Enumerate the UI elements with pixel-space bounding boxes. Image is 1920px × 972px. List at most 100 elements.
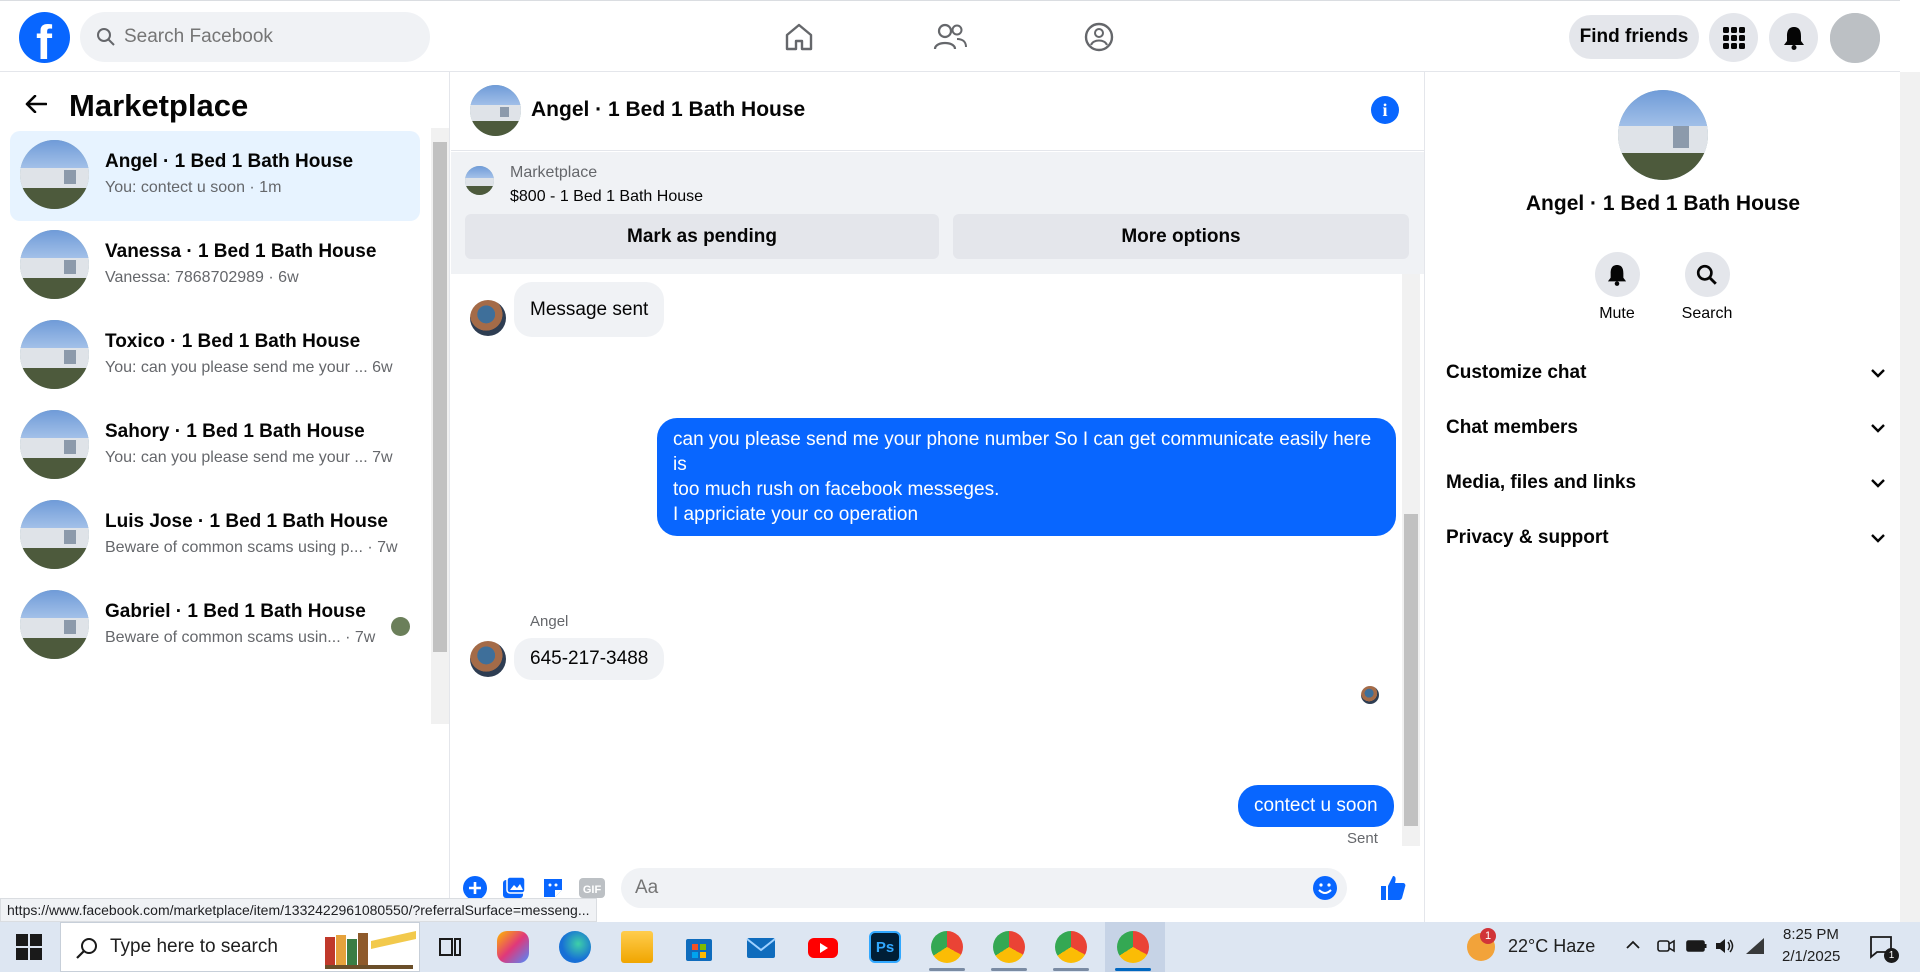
conversation-title: Sahory · 1 Bed 1 Bath House — [105, 421, 365, 442]
marketplace-listing-banner: Marketplace $800 - 1 Bed 1 Bath House Ma… — [451, 152, 1424, 274]
conversation-item-luis-jose[interactable]: Luis Jose · 1 Bed 1 Bath House Beware of… — [10, 491, 420, 581]
clock-date[interactable]: 2/1/2025 — [1782, 948, 1840, 965]
conversation-snippet: You: can you please send me your ... 7w — [105, 449, 393, 466]
conversation-item-toxico[interactable]: Toxico · 1 Bed 1 Bath House You: can you… — [10, 311, 420, 401]
sidebar-scrollbar[interactable] — [431, 128, 449, 724]
meet-now-icon[interactable] — [1656, 936, 1676, 961]
conversation-title: Luis Jose · 1 Bed 1 Bath House — [105, 511, 388, 532]
conversation-sidebar: Marketplace Angel · 1 Bed 1 Bath House Y… — [0, 72, 450, 924]
link-status-url: https://www.facebook.com/marketplace/ite… — [0, 898, 597, 922]
chat-scrollbar[interactable] — [1402, 274, 1420, 846]
conversation-title: Toxico · 1 Bed 1 Bath House — [105, 331, 361, 352]
windows-start-icon[interactable] — [16, 934, 44, 962]
conversation-list: Angel · 1 Bed 1 Bath House You: contect … — [10, 131, 420, 671]
chat-title[interactable]: Angel · 1 Bed 1 Bath House — [531, 98, 805, 122]
microsoft-store-icon[interactable] — [683, 931, 715, 963]
angel-avatar[interactable] — [470, 641, 506, 677]
menu-grid-icon[interactable] — [1709, 13, 1758, 62]
volume-icon[interactable] — [1714, 936, 1736, 961]
facebook-logo[interactable]: f — [19, 12, 70, 70]
listing-thumbnail — [20, 590, 89, 659]
conversation-item-angel[interactable]: Angel · 1 Bed 1 Bath House You: contect … — [10, 131, 420, 221]
chevron-down-icon — [1870, 527, 1886, 549]
section-label: Chat members — [1446, 417, 1578, 438]
taskbar-search-box[interactable]: Type here to search — [60, 922, 420, 972]
page-scrollbar[interactable] — [1900, 72, 1920, 924]
emoji-icon[interactable] — [1311, 874, 1339, 907]
privacy-support-section[interactable]: Privacy & support — [1446, 518, 1886, 558]
top-navigation-bar: f Find friends — [0, 0, 1900, 72]
angel-avatar[interactable] — [470, 300, 506, 336]
marketplace-label: Marketplace — [510, 164, 598, 181]
running-indicator — [929, 968, 965, 971]
chrome-profile-1-icon[interactable] — [931, 931, 963, 963]
details-listing-thumbnail[interactable] — [1618, 90, 1708, 180]
thumbs-up-icon[interactable] — [1379, 874, 1407, 902]
mute-action[interactable]: Mute — [1587, 252, 1647, 323]
weather-text[interactable]: 22°C Haze — [1508, 936, 1595, 957]
copilot-icon[interactable] — [497, 931, 529, 963]
conversation-title: Angel · 1 Bed 1 Bath House — [105, 151, 354, 172]
chat-members-section[interactable]: Chat members — [1446, 408, 1886, 448]
windows-taskbar: Type here to search Ps 1 22°C Haze 8:25 … — [0, 922, 1920, 972]
message-status: Sent — [1347, 830, 1378, 847]
mark-as-pending-button[interactable]: Mark as pending — [465, 214, 939, 259]
incoming-message: 645-217-3488 — [514, 638, 665, 680]
banner-listing-thumbnail[interactable] — [465, 166, 494, 195]
listing-thumbnail — [20, 140, 89, 209]
outgoing-message: contect u soon — [1238, 785, 1394, 827]
notifications-bell-icon[interactable] — [1769, 13, 1818, 62]
search-icon — [96, 27, 116, 52]
search-box[interactable] — [80, 12, 430, 62]
file-explorer-icon[interactable] — [621, 931, 653, 963]
chat-listing-thumbnail[interactable] — [470, 85, 521, 136]
youtube-icon[interactable] — [807, 931, 839, 963]
search-icon[interactable] — [1684, 252, 1730, 297]
find-friends-button[interactable]: Find friends — [1569, 15, 1699, 59]
friends-icon[interactable] — [928, 15, 972, 59]
media-files-links-section[interactable]: Media, files and links — [1446, 463, 1886, 503]
chevron-down-icon — [1870, 472, 1886, 494]
chrome-active-icon[interactable] — [1117, 931, 1149, 963]
conversation-item-vanessa[interactable]: Vanessa · 1 Bed 1 Bath House Vanessa: 78… — [10, 221, 420, 311]
message-line: I appriciate your co operation — [673, 504, 919, 525]
wifi-icon[interactable] — [1744, 936, 1766, 961]
listing-price-title[interactable]: $800 - 1 Bed 1 Bath House — [510, 188, 703, 206]
message-input[interactable] — [635, 868, 1275, 908]
battery-icon[interactable] — [1686, 936, 1708, 961]
clock-time[interactable]: 8:25 PM — [1783, 926, 1839, 943]
groups-icon[interactable] — [1077, 15, 1121, 59]
task-view-icon[interactable] — [434, 931, 466, 963]
mail-icon[interactable] — [745, 931, 777, 963]
search-input[interactable] — [124, 12, 414, 62]
search-action[interactable]: Search — [1677, 252, 1737, 323]
listing-thumbnail — [20, 410, 89, 479]
edge-browser-icon[interactable] — [559, 931, 591, 963]
outgoing-message: can you please send me your phone number… — [657, 418, 1396, 536]
back-arrow-icon[interactable] — [25, 94, 55, 118]
more-options-button[interactable]: More options — [953, 214, 1409, 259]
info-icon[interactable]: i — [1371, 96, 1399, 124]
conversation-snippet: You: contect u soon · 1m — [105, 179, 282, 196]
account-chevron-icon[interactable] — [1830, 13, 1880, 63]
message-composer: GIF — [451, 852, 1424, 924]
message-input-box[interactable] — [621, 868, 1347, 908]
conversation-item-gabriel[interactable]: Gabriel · 1 Bed 1 Bath House Beware of c… — [10, 581, 420, 671]
listing-thumbnail — [20, 230, 89, 299]
section-label: Customize chat — [1446, 362, 1587, 383]
chevron-up-icon[interactable] — [1624, 936, 1642, 959]
message-thread: Message sent can you please send me your… — [451, 274, 1424, 852]
photoshop-icon[interactable]: Ps — [869, 931, 901, 963]
conversation-item-sahory[interactable]: Sahory · 1 Bed 1 Bath House You: can you… — [10, 401, 420, 491]
message-line: too much rush on facebook messeges. — [673, 479, 1000, 500]
mute-label: Mute — [1599, 305, 1635, 322]
chevron-down-icon — [1870, 362, 1886, 384]
bell-icon[interactable] — [1594, 252, 1640, 297]
conversation-snippet: Vanessa: 7868702989 · 6w — [105, 269, 299, 286]
chrome-profile-2-icon[interactable] — [993, 931, 1025, 963]
notification-count-badge: 1 — [1884, 948, 1899, 963]
home-icon[interactable] — [777, 15, 821, 59]
customize-chat-section[interactable]: Customize chat — [1446, 353, 1886, 393]
conversation-title: Gabriel · 1 Bed 1 Bath House — [105, 601, 366, 622]
chrome-profile-3-icon[interactable] — [1055, 931, 1087, 963]
